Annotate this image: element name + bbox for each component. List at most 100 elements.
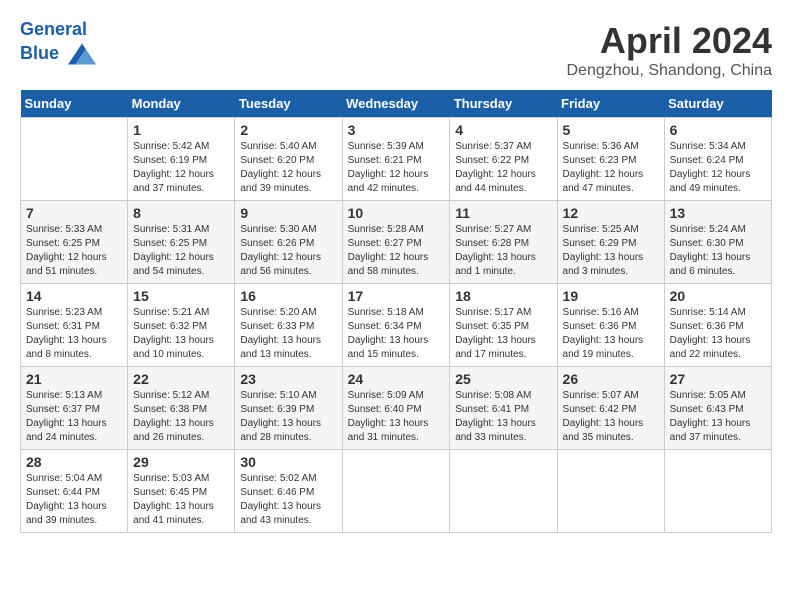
day-detail: Sunrise: 5:05 AM Sunset: 6:43 PM Dayligh… (670, 389, 766, 445)
day-number: 28 (26, 454, 122, 470)
calendar-cell: 18Sunrise: 5:17 AM Sunset: 6:35 PM Dayli… (450, 284, 557, 367)
day-number: 21 (26, 371, 122, 387)
calendar-cell: 20 Sunrise: 5:14 AM Sunset: 6:36 PM Dayli… (664, 284, 771, 367)
calendar-cell: 9 Sunrise: 5:30 AM Sunset: 6:26 PM Daylig… (235, 201, 342, 284)
calendar-week-row: 28 Sunrise: 5:04 AM Sunset: 6:44 PM Dayli… (21, 450, 772, 533)
day-detail: Sunrise: 5:23 AM Sunset: 6:31 PM Dayligh… (26, 306, 122, 362)
calendar-cell: 13 Sunrise: 5:24 AM Sunset: 6:30 PM Dayli… (664, 201, 771, 284)
logo: General Blue (20, 20, 96, 68)
day-detail: Sunrise: 5:33 AM Sunset: 6:25 PM Dayligh… (26, 223, 122, 279)
calendar-cell (664, 450, 771, 533)
calendar-cell: 26 Sunrise: 5:07 AM Sunset: 6:42 PM Dayli… (557, 367, 664, 450)
day-number: 17 (348, 288, 445, 304)
calendar-cell: 12 Sunrise: 5:25 AM Sunset: 6:29 PM Dayli… (557, 201, 664, 284)
day-number: 3 (348, 122, 445, 138)
weekday-header: Tuesday (235, 90, 342, 118)
day-number: 13 (670, 205, 766, 221)
calendar-cell: 4 Sunrise: 5:37 AM Sunset: 6:22 PM Daylig… (450, 118, 557, 201)
day-detail: Sunrise: 5:39 AM Sunset: 6:21 PM Dayligh… (348, 140, 445, 196)
day-number: 5 (563, 122, 659, 138)
day-detail: Sunrise: 5:12 AM Sunset: 6:38 PM Dayligh… (133, 389, 229, 445)
day-detail: Sunrise: 5:24 AM Sunset: 6:30 PM Dayligh… (670, 223, 766, 279)
weekday-header: Friday (557, 90, 664, 118)
day-detail: Sunrise: 5:18 AM Sunset: 6:34 PM Dayligh… (348, 306, 445, 362)
location: Dengzhou, Shandong, China (567, 62, 773, 80)
logo-text2: Blue (20, 40, 96, 68)
day-detail: Sunrise: 5:37 AM Sunset: 6:22 PM Dayligh… (455, 140, 551, 196)
calendar-table: SundayMondayTuesdayWednesdayThursdayFrid… (20, 90, 772, 533)
day-detail: Sunrise: 5:28 AM Sunset: 6:27 PM Dayligh… (348, 223, 445, 279)
day-number: 22 (133, 371, 229, 387)
day-detail: Sunrise: 5:14 AM Sunset: 6:36 PM Dayligh… (670, 306, 766, 362)
day-detail: Sunrise: 5:16 AM Sunset: 6:36 PM Dayligh… (563, 306, 659, 362)
day-detail: Sunrise: 5:08 AM Sunset: 6:41 PM Dayligh… (455, 389, 551, 445)
day-number: 2 (240, 122, 336, 138)
calendar-cell: 25 Sunrise: 5:08 AM Sunset: 6:41 PM Dayli… (450, 367, 557, 450)
day-number: 12 (563, 205, 659, 221)
day-number: 1 (133, 122, 229, 138)
day-number: 29 (133, 454, 229, 470)
day-detail: Sunrise: 5:40 AM Sunset: 6:20 PM Dayligh… (240, 140, 336, 196)
calendar-cell (21, 118, 128, 201)
calendar-cell: 24 Sunrise: 5:09 AM Sunset: 6:40 PM Dayli… (342, 367, 450, 450)
day-number: 8 (133, 205, 229, 221)
calendar-cell: 19 Sunrise: 5:16 AM Sunset: 6:36 PM Dayli… (557, 284, 664, 367)
calendar-cell: 22 Sunrise: 5:12 AM Sunset: 6:38 PM Dayli… (128, 367, 235, 450)
day-number: 25 (455, 371, 551, 387)
day-detail: Sunrise: 5:02 AM Sunset: 6:46 PM Dayligh… (240, 472, 336, 528)
day-detail: Sunrise: 5:13 AM Sunset: 6:37 PM Dayligh… (26, 389, 122, 445)
day-number: 24 (348, 371, 445, 387)
day-number: 30 (240, 454, 336, 470)
day-detail: Sunrise: 5:20 AM Sunset: 6:33 PM Dayligh… (240, 306, 336, 362)
calendar-cell: 11Sunrise: 5:27 AM Sunset: 6:28 PM Dayli… (450, 201, 557, 284)
calendar-week-row: 1 Sunrise: 5:42 AM Sunset: 6:19 PM Daylig… (21, 118, 772, 201)
calendar-cell: 2 Sunrise: 5:40 AM Sunset: 6:20 PM Daylig… (235, 118, 342, 201)
day-number: 26 (563, 371, 659, 387)
weekday-header: Sunday (21, 90, 128, 118)
calendar-cell: 16 Sunrise: 5:20 AM Sunset: 6:33 PM Dayli… (235, 284, 342, 367)
day-number: 10 (348, 205, 445, 221)
weekday-header: Wednesday (342, 90, 450, 118)
weekday-header: Saturday (664, 90, 771, 118)
calendar-cell: 10 Sunrise: 5:28 AM Sunset: 6:27 PM Dayli… (342, 201, 450, 284)
calendar-cell: 30 Sunrise: 5:02 AM Sunset: 6:46 PM Dayli… (235, 450, 342, 533)
calendar-cell (557, 450, 664, 533)
calendar-cell: 21 Sunrise: 5:13 AM Sunset: 6:37 PM Dayli… (21, 367, 128, 450)
day-detail: Sunrise: 5:31 AM Sunset: 6:25 PM Dayligh… (133, 223, 229, 279)
day-number: 16 (240, 288, 336, 304)
day-number: 14 (26, 288, 122, 304)
day-number: 9 (240, 205, 336, 221)
day-number: 19 (563, 288, 659, 304)
calendar-cell (342, 450, 450, 533)
day-number: 27 (670, 371, 766, 387)
calendar-week-row: 14 Sunrise: 5:23 AM Sunset: 6:31 PM Dayli… (21, 284, 772, 367)
weekday-header-row: SundayMondayTuesdayWednesdayThursdayFrid… (21, 90, 772, 118)
calendar-cell: 1 Sunrise: 5:42 AM Sunset: 6:19 PM Daylig… (128, 118, 235, 201)
day-number: 20 (670, 288, 766, 304)
logo-text: General (20, 20, 96, 40)
day-detail: Sunrise: 5:42 AM Sunset: 6:19 PM Dayligh… (133, 140, 229, 196)
calendar-cell: 15Sunrise: 5:21 AM Sunset: 6:32 PM Dayli… (128, 284, 235, 367)
calendar-cell: 3 Sunrise: 5:39 AM Sunset: 6:21 PM Daylig… (342, 118, 450, 201)
calendar-cell: 28 Sunrise: 5:04 AM Sunset: 6:44 PM Dayli… (21, 450, 128, 533)
day-detail: Sunrise: 5:30 AM Sunset: 6:26 PM Dayligh… (240, 223, 336, 279)
day-detail: Sunrise: 5:03 AM Sunset: 6:45 PM Dayligh… (133, 472, 229, 528)
day-detail: Sunrise: 5:25 AM Sunset: 6:29 PM Dayligh… (563, 223, 659, 279)
calendar-cell: 17 Sunrise: 5:18 AM Sunset: 6:34 PM Dayli… (342, 284, 450, 367)
calendar-cell: 29 Sunrise: 5:03 AM Sunset: 6:45 PM Dayli… (128, 450, 235, 533)
day-detail: Sunrise: 5:17 AM Sunset: 6:35 PM Dayligh… (455, 306, 551, 362)
day-number: 23 (240, 371, 336, 387)
page-header: General Blue April 2024 Dengzhou, Shando… (20, 20, 772, 80)
day-number: 15 (133, 288, 229, 304)
calendar-cell: 14 Sunrise: 5:23 AM Sunset: 6:31 PM Dayli… (21, 284, 128, 367)
day-detail: Sunrise: 5:09 AM Sunset: 6:40 PM Dayligh… (348, 389, 445, 445)
weekday-header: Thursday (450, 90, 557, 118)
day-detail: Sunrise: 5:10 AM Sunset: 6:39 PM Dayligh… (240, 389, 336, 445)
day-number: 4 (455, 122, 551, 138)
calendar-week-row: 7Sunrise: 5:33 AM Sunset: 6:25 PM Daylig… (21, 201, 772, 284)
day-detail: Sunrise: 5:07 AM Sunset: 6:42 PM Dayligh… (563, 389, 659, 445)
day-number: 11 (455, 205, 551, 221)
calendar-cell: 6Sunrise: 5:34 AM Sunset: 6:24 PM Daylig… (664, 118, 771, 201)
calendar-cell: 7Sunrise: 5:33 AM Sunset: 6:25 PM Daylig… (21, 201, 128, 284)
day-detail: Sunrise: 5:04 AM Sunset: 6:44 PM Dayligh… (26, 472, 122, 528)
